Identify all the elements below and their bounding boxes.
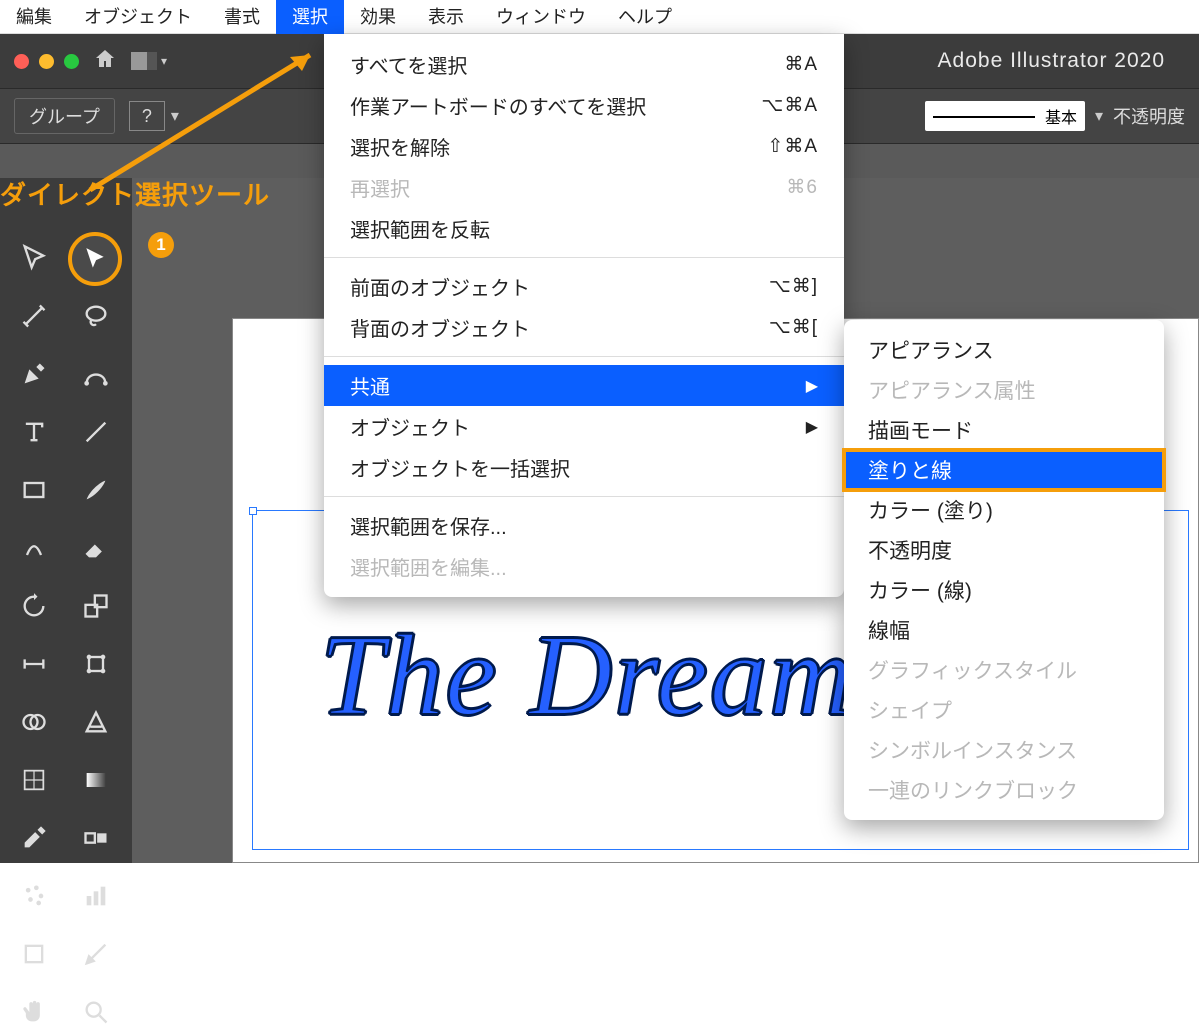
selection-tool[interactable] bbox=[14, 238, 54, 278]
menu-window[interactable]: ウィンドウ bbox=[480, 0, 602, 34]
hand-tool[interactable] bbox=[14, 992, 54, 1032]
column-graph-tool[interactable] bbox=[76, 876, 116, 916]
paintbrush-tool[interactable] bbox=[76, 470, 116, 510]
sm-stroke-color[interactable]: カラー (線) bbox=[844, 570, 1164, 610]
menu-next-object-below[interactable]: 背面のオブジェクト⌥⌘[ bbox=[324, 307, 844, 348]
sm-blending-mode[interactable]: 描画モード bbox=[844, 410, 1164, 450]
submenu-arrow-icon: ▶ bbox=[806, 376, 818, 396]
rectangle-tool[interactable] bbox=[14, 470, 54, 510]
menu-edit-selection: 選択範囲を編集... bbox=[324, 546, 844, 587]
eyedropper-tool[interactable] bbox=[14, 818, 54, 858]
mesh-tool[interactable] bbox=[14, 760, 54, 800]
menu-view[interactable]: 表示 bbox=[412, 0, 480, 34]
menu-help[interactable]: ヘルプ bbox=[602, 0, 688, 34]
gradient-tool[interactable] bbox=[76, 760, 116, 800]
sm-appearance-attr: アピアランス属性 bbox=[844, 370, 1164, 410]
chevron-down-icon: ▾ bbox=[171, 106, 179, 126]
magic-wand-tool[interactable] bbox=[14, 296, 54, 336]
sm-opacity[interactable]: 不透明度 bbox=[844, 530, 1164, 570]
perspective-tool[interactable] bbox=[76, 702, 116, 742]
menu-save-selection[interactable]: 選択範囲を保存... bbox=[324, 505, 844, 546]
opacity-label[interactable]: 不透明度 bbox=[1113, 103, 1185, 129]
menu-start-global-edit[interactable]: オブジェクトを一括選択 bbox=[324, 447, 844, 488]
rotate-tool[interactable] bbox=[14, 586, 54, 626]
width-tool[interactable] bbox=[14, 644, 54, 684]
canvas-text-object[interactable]: The Dream bbox=[320, 610, 854, 742]
minimize-window-icon[interactable] bbox=[39, 54, 54, 69]
shaper-tool[interactable] bbox=[14, 528, 54, 568]
menu-select-all[interactable]: すべてを選択⌘A bbox=[324, 44, 844, 85]
selection-type-label[interactable]: グループ bbox=[14, 98, 115, 134]
select-menu-dropdown: すべてを選択⌘A 作業アートボードのすべてを選択⌥⌘A 選択を解除⇧⌘A 再選択… bbox=[324, 34, 844, 597]
sm-graphic-style: グラフィックスタイル bbox=[844, 650, 1164, 690]
help-icon: ? bbox=[129, 101, 165, 131]
submenu-arrow-icon: ▶ bbox=[806, 417, 818, 437]
menu-deselect[interactable]: 選択を解除⇧⌘A bbox=[324, 126, 844, 167]
scale-tool[interactable] bbox=[76, 586, 116, 626]
mac-menubar: 編集 オブジェクト 書式 選択 効果 表示 ウィンドウ ヘルプ bbox=[0, 0, 1199, 34]
stroke-style-dropdown[interactable]: 基本 bbox=[925, 101, 1085, 131]
artboard-tool[interactable] bbox=[14, 934, 54, 974]
app-title: Adobe Illustrator 2020 bbox=[938, 49, 1165, 73]
selection-handle[interactable] bbox=[249, 507, 257, 515]
sm-fill-and-stroke[interactable]: 塗りと線 bbox=[844, 450, 1164, 490]
free-transform-tool[interactable] bbox=[76, 644, 116, 684]
lasso-tool[interactable] bbox=[76, 296, 116, 336]
maximize-window-icon[interactable] bbox=[64, 54, 79, 69]
menu-next-object-above[interactable]: 前面のオブジェクト⌥⌘] bbox=[324, 266, 844, 307]
help-dropdown[interactable]: ? ▾ bbox=[129, 101, 179, 131]
sm-fill-color[interactable]: カラー (塗り) bbox=[844, 490, 1164, 530]
annotation-badge-1: 1 bbox=[148, 232, 174, 258]
menu-select-artboard-all[interactable]: 作業アートボードのすべてを選択⌥⌘A bbox=[324, 85, 844, 126]
tool-panel bbox=[0, 178, 132, 863]
menu-reselect: 再選択⌘6 bbox=[324, 167, 844, 208]
same-submenu: アピアランス アピアランス属性 描画モード 塗りと線 カラー (塗り) 不透明度… bbox=[844, 320, 1164, 820]
layout-icon bbox=[131, 52, 157, 70]
window-controls[interactable] bbox=[14, 54, 79, 69]
sm-stroke-weight[interactable]: 線幅 bbox=[844, 610, 1164, 650]
sm-shape: シェイプ bbox=[844, 690, 1164, 730]
line-tool[interactable] bbox=[76, 412, 116, 452]
direct-selection-tool[interactable] bbox=[76, 238, 116, 278]
slice-tool[interactable] bbox=[76, 934, 116, 974]
menu-same[interactable]: 共通▶ bbox=[324, 365, 844, 406]
chevron-down-icon: ▾ bbox=[161, 54, 167, 68]
annotation-tool-label: ダイレクト選択ツール bbox=[0, 175, 270, 212]
blend-tool[interactable] bbox=[76, 818, 116, 858]
arrange-documents-button[interactable]: ▾ bbox=[131, 52, 167, 70]
menu-object-submenu[interactable]: オブジェクト▶ bbox=[324, 406, 844, 447]
curvature-tool[interactable] bbox=[76, 354, 116, 394]
zoom-tool[interactable] bbox=[76, 992, 116, 1032]
menu-edit[interactable]: 編集 bbox=[0, 0, 68, 34]
sm-symbol-instance: シンボルインスタンス bbox=[844, 730, 1164, 770]
pen-tool[interactable] bbox=[14, 354, 54, 394]
type-tool[interactable] bbox=[14, 412, 54, 452]
sm-appearance[interactable]: アピアランス bbox=[844, 330, 1164, 370]
stroke-style-label: 基本 bbox=[1045, 104, 1077, 128]
menu-select[interactable]: 選択 bbox=[276, 0, 344, 34]
menu-object[interactable]: オブジェクト bbox=[68, 0, 208, 34]
shape-builder-tool[interactable] bbox=[14, 702, 54, 742]
home-icon[interactable] bbox=[93, 47, 117, 76]
chevron-down-icon: ▾ bbox=[1095, 106, 1103, 126]
eraser-tool[interactable] bbox=[76, 528, 116, 568]
close-window-icon[interactable] bbox=[14, 54, 29, 69]
menu-inverse[interactable]: 選択範囲を反転 bbox=[324, 208, 844, 249]
sm-link-block: 一連のリンクブロック bbox=[844, 770, 1164, 810]
menu-type[interactable]: 書式 bbox=[208, 0, 276, 34]
menu-effect[interactable]: 効果 bbox=[344, 0, 412, 34]
symbol-sprayer-tool[interactable] bbox=[14, 876, 54, 916]
